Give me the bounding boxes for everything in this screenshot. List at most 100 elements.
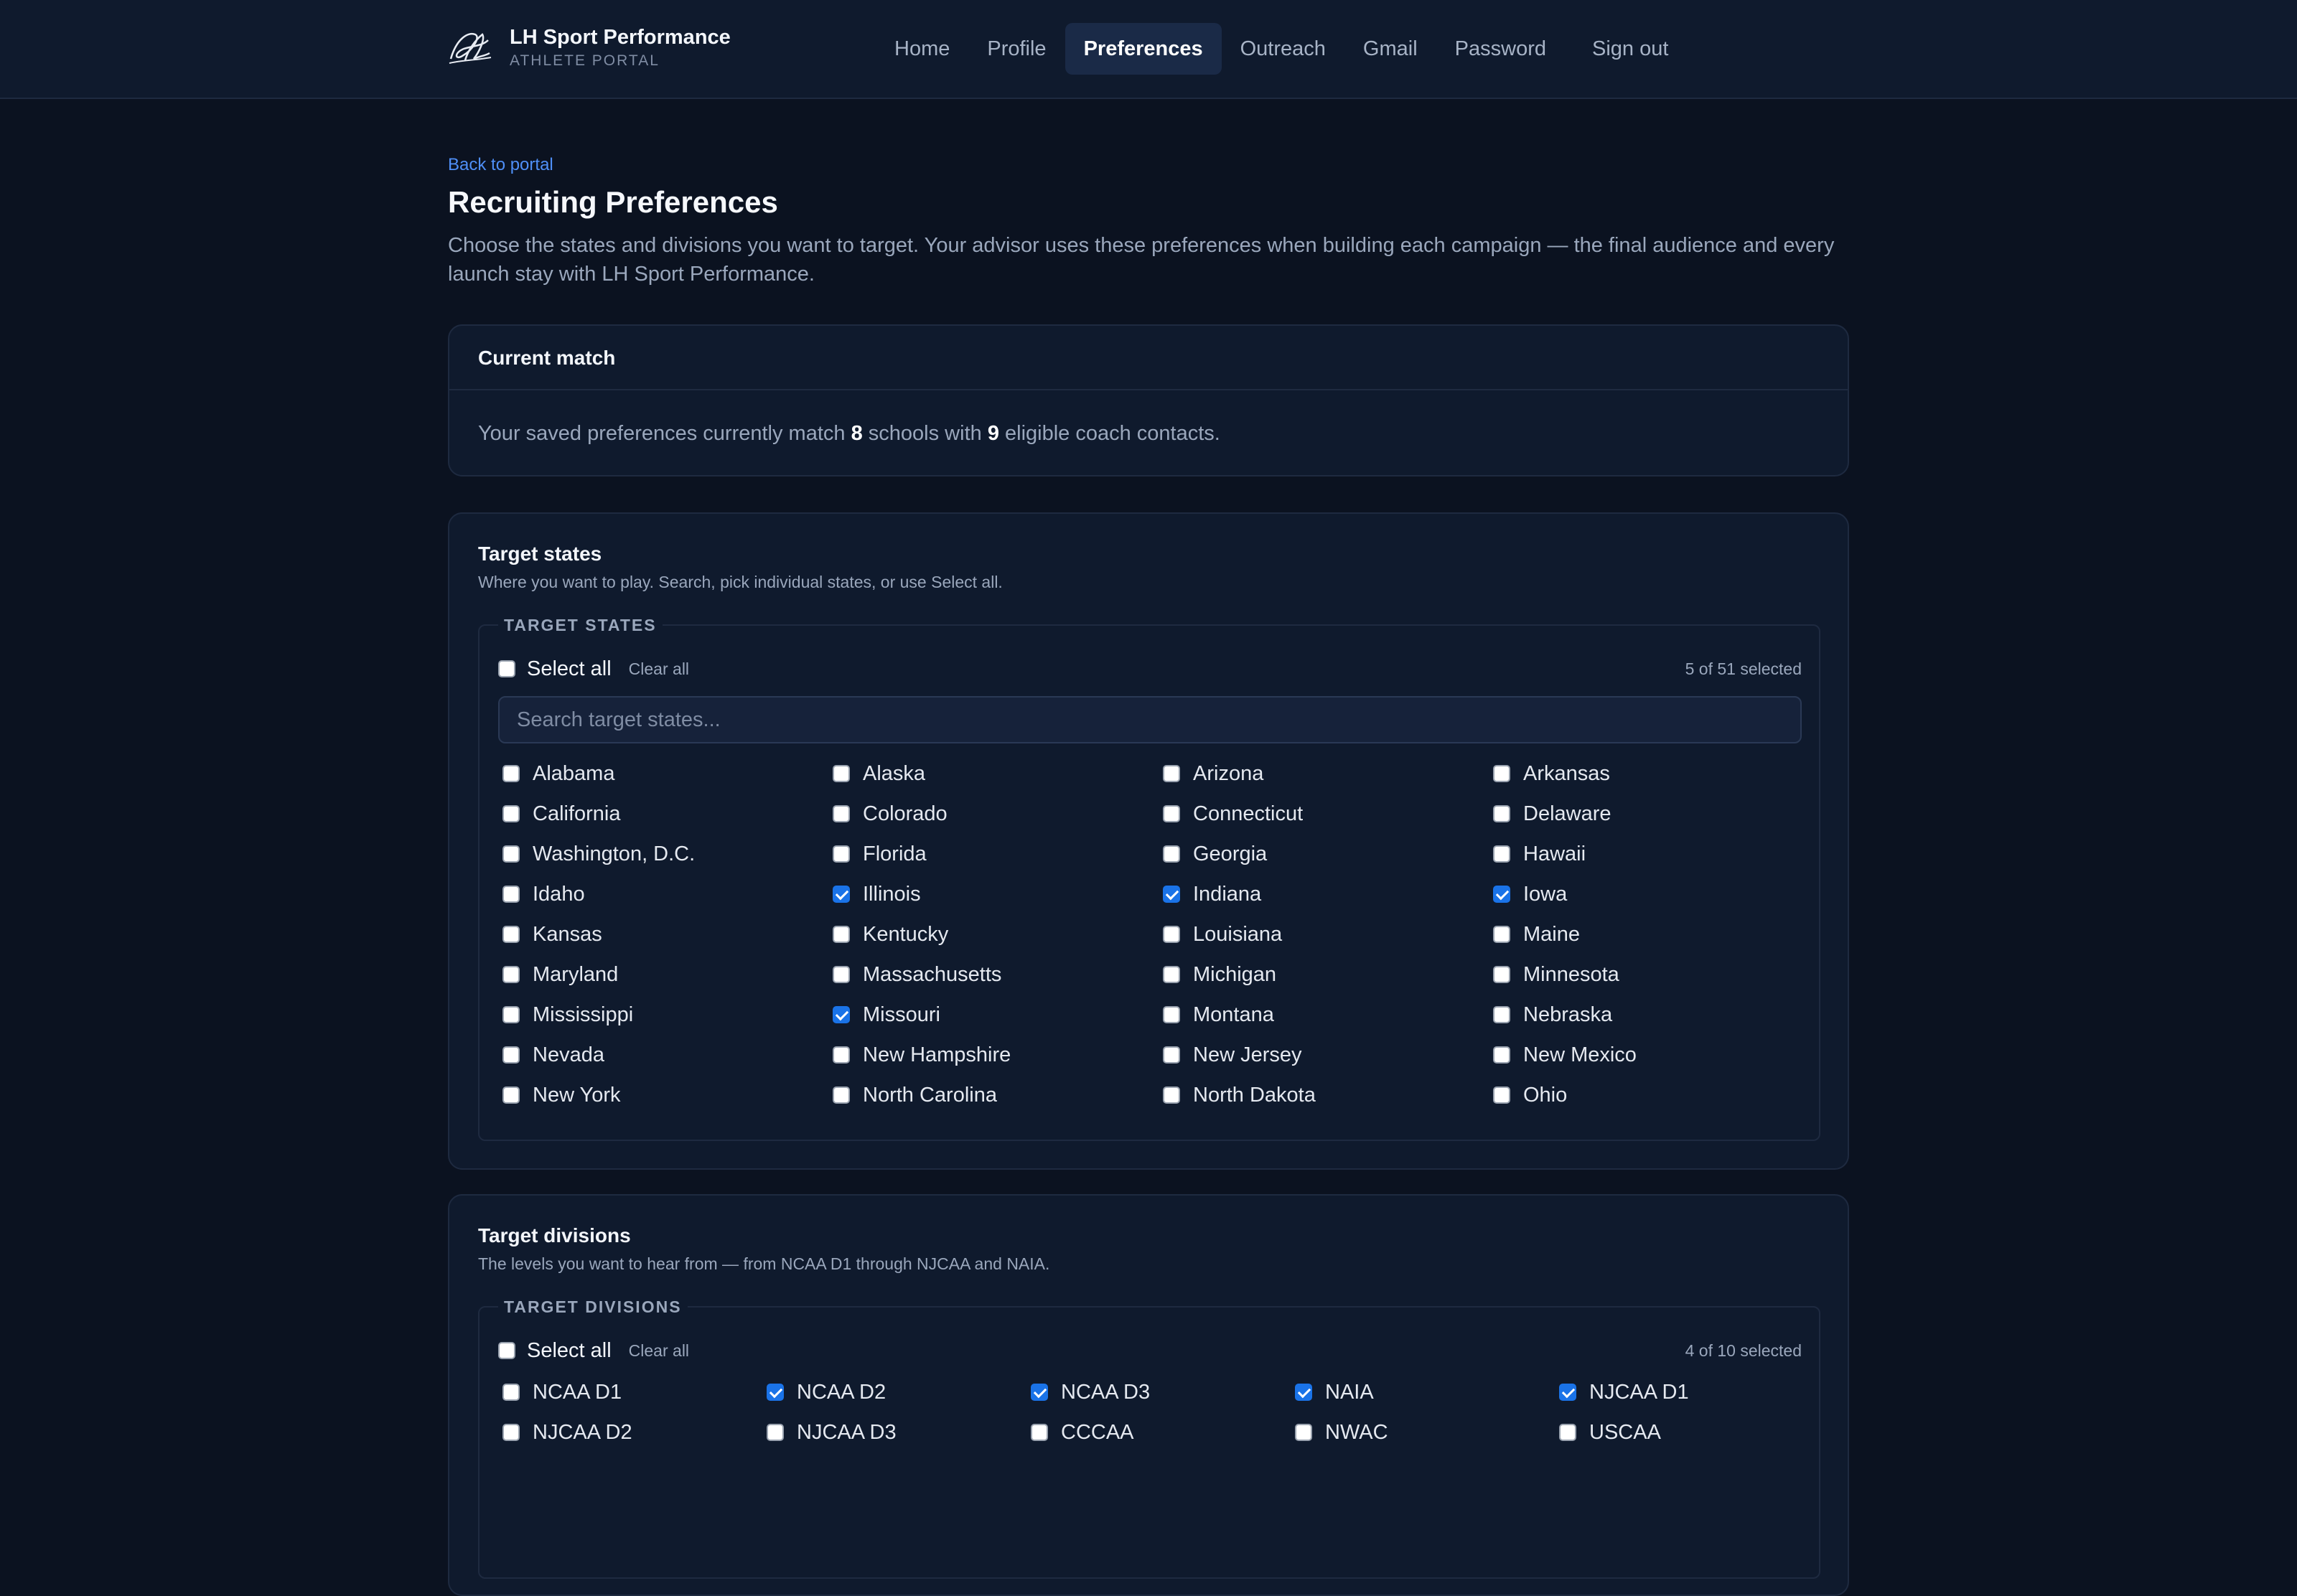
state-option-label[interactable]: Louisiana [1193,923,1282,947]
division-checkbox-ncaa-d2[interactable] [767,1384,784,1401]
division-option-label[interactable]: NJCAA D1 [1589,1381,1689,1404]
state-option-label[interactable]: Washington, D.C. [533,842,695,866]
state-option-hawaii[interactable]: Hawaii [1493,834,1823,874]
state-option-label[interactable]: Idaho [533,883,585,906]
state-option-label[interactable]: Ohio [1523,1084,1567,1107]
division-option-ncaa-d3[interactable]: NCAA D3 [1031,1372,1295,1412]
nav-profile[interactable]: Profile [968,23,1065,75]
division-checkbox-cccaa[interactable] [1031,1424,1048,1441]
state-checkbox-new-mexico[interactable] [1493,1046,1510,1064]
nav-gmail[interactable]: Gmail [1344,23,1436,75]
state-option-kansas[interactable]: Kansas [502,914,833,954]
state-option-label[interactable]: Maine [1523,923,1580,947]
state-checkbox-missouri[interactable] [833,1006,850,1023]
state-checkbox-indiana[interactable] [1163,886,1180,903]
state-checkbox-alabama[interactable] [502,765,520,782]
state-checkbox-arkansas[interactable] [1493,765,1510,782]
division-option-cccaa[interactable]: CCCAA [1031,1412,1295,1452]
state-checkbox-kansas[interactable] [502,926,520,943]
state-option-colorado[interactable]: Colorado [833,794,1163,834]
division-option-label[interactable]: USCAA [1589,1421,1661,1445]
state-checkbox-new-jersey[interactable] [1163,1046,1180,1064]
division-option-label[interactable]: NCAA D3 [1061,1381,1150,1404]
state-option-california[interactable]: California [502,794,833,834]
state-checkbox-arizona[interactable] [1163,765,1180,782]
state-option-kentucky[interactable]: Kentucky [833,914,1163,954]
state-option-new-jersey[interactable]: New Jersey [1163,1035,1493,1075]
state-option-nevada[interactable]: Nevada [502,1035,833,1075]
state-option-label[interactable]: Missouri [863,1003,940,1027]
states-select-all-label[interactable]: Select all [527,657,612,681]
state-option-mississippi[interactable]: Mississippi [502,995,833,1035]
state-option-minnesota[interactable]: Minnesota [1493,954,1823,995]
state-checkbox-hawaii[interactable] [1493,845,1510,863]
state-option-label[interactable]: Montana [1193,1003,1274,1027]
division-option-njcaa-d2[interactable]: NJCAA D2 [502,1412,767,1452]
division-option-label[interactable]: NJCAA D2 [533,1421,632,1445]
state-option-label[interactable]: New Hampshire [863,1043,1011,1067]
state-option-nebraska[interactable]: Nebraska [1493,995,1823,1035]
nav-password[interactable]: Password [1436,23,1565,75]
division-checkbox-njcaa-d1[interactable] [1559,1384,1576,1401]
state-checkbox-maryland[interactable] [502,966,520,983]
state-checkbox-colorado[interactable] [833,805,850,822]
state-checkbox-connecticut[interactable] [1163,805,1180,822]
state-option-label[interactable]: Connecticut [1193,802,1303,826]
state-option-montana[interactable]: Montana [1163,995,1493,1035]
state-option-label[interactable]: Colorado [863,802,948,826]
state-checkbox-idaho[interactable] [502,886,520,903]
state-option-connecticut[interactable]: Connecticut [1163,794,1493,834]
divisions-select-all-label[interactable]: Select all [527,1339,612,1363]
state-checkbox-new-york[interactable] [502,1086,520,1104]
nav-home[interactable]: Home [876,23,968,75]
state-option-label[interactable]: Arkansas [1523,762,1610,786]
state-option-label[interactable]: North Dakota [1193,1084,1316,1107]
divisions-clear-all-button[interactable]: Clear all [629,1341,689,1361]
state-option-label[interactable]: New York [533,1084,621,1107]
division-option-njcaa-d3[interactable]: NJCAA D3 [767,1412,1031,1452]
state-checkbox-nebraska[interactable] [1493,1006,1510,1023]
state-option-label[interactable]: Delaware [1523,802,1611,826]
division-checkbox-njcaa-d2[interactable] [502,1424,520,1441]
division-option-label[interactable]: CCCAA [1061,1421,1134,1445]
state-checkbox-north-dakota[interactable] [1163,1086,1180,1104]
division-option-uscaa[interactable]: USCAA [1559,1412,1823,1452]
division-option-label[interactable]: NJCAA D3 [797,1421,897,1445]
division-option-naia[interactable]: NAIA [1295,1372,1559,1412]
state-option-label[interactable]: North Carolina [863,1084,997,1107]
state-checkbox-louisiana[interactable] [1163,926,1180,943]
state-option-new-hampshire[interactable]: New Hampshire [833,1035,1163,1075]
state-option-arkansas[interactable]: Arkansas [1493,754,1823,794]
state-option-alaska[interactable]: Alaska [833,754,1163,794]
state-option-maine[interactable]: Maine [1493,914,1823,954]
state-option-label[interactable]: Nebraska [1523,1003,1612,1027]
states-search-input[interactable] [498,696,1802,743]
division-checkbox-njcaa-d3[interactable] [767,1424,784,1441]
division-option-label[interactable]: NWAC [1325,1421,1388,1445]
state-option-label[interactable]: Georgia [1193,842,1267,866]
state-option-label[interactable]: New Mexico [1523,1043,1637,1067]
state-option-indiana[interactable]: Indiana [1163,874,1493,914]
state-option-michigan[interactable]: Michigan [1163,954,1493,995]
division-option-ncaa-d2[interactable]: NCAA D2 [767,1372,1031,1412]
division-checkbox-naia[interactable] [1295,1384,1312,1401]
state-option-label[interactable]: Michigan [1193,963,1276,987]
state-option-north-dakota[interactable]: North Dakota [1163,1075,1493,1115]
state-option-label[interactable]: Minnesota [1523,963,1619,987]
state-option-label[interactable]: Nevada [533,1043,604,1067]
state-checkbox-georgia[interactable] [1163,845,1180,863]
state-checkbox-iowa[interactable] [1493,886,1510,903]
states-clear-all-button[interactable]: Clear all [629,659,689,679]
state-option-massachusetts[interactable]: Massachusetts [833,954,1163,995]
state-checkbox-washington-d-c[interactable] [502,845,520,863]
state-option-label[interactable]: Massachusetts [863,963,1001,987]
state-checkbox-illinois[interactable] [833,886,850,903]
state-option-label[interactable]: Maryland [533,963,618,987]
state-option-alabama[interactable]: Alabama [502,754,833,794]
division-option-label[interactable]: NCAA D1 [533,1381,622,1404]
brand[interactable]: LH Sport Performance ATHLETE PORTAL [446,24,731,72]
state-option-label[interactable]: Illinois [863,883,921,906]
state-option-label[interactable]: Alabama [533,762,614,786]
states-select-all-checkbox[interactable] [498,660,515,677]
state-option-label[interactable]: California [533,802,621,826]
